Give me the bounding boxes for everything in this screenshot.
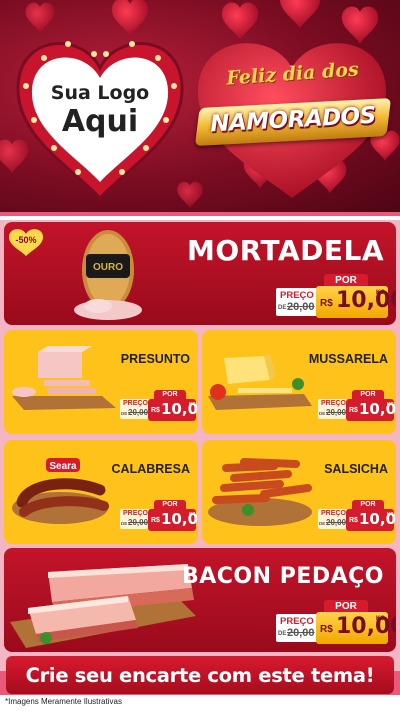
preco-label: PREÇO xyxy=(123,510,148,517)
unit: KG xyxy=(189,401,196,406)
disclaimer-bar: *Imagens Meramente Ilustrativas xyxy=(0,695,400,711)
cta-text: Crie seu encarte com este tema! xyxy=(25,664,375,687)
de-label: DE xyxy=(278,631,287,637)
product-name: BACON PEDAÇO xyxy=(181,564,384,589)
bacon-image-icon xyxy=(10,564,196,648)
unit: KG xyxy=(387,511,394,516)
old-price: 20,00 xyxy=(128,518,149,527)
discount-label: -50% xyxy=(15,235,37,245)
product-name: SALSICHA xyxy=(324,462,388,476)
unit: KG xyxy=(189,511,196,516)
header-banner: Sua Logo Aqui Feliz dia dos NAMORADOS xyxy=(0,0,400,212)
currency: R$ xyxy=(349,517,358,524)
discount-badge: -50% xyxy=(8,228,44,256)
product-card-mortadela[interactable]: OURO MORTADELA POR PREÇO DE 20,00 R$ 10,… xyxy=(4,222,396,325)
old-price: 20,00 xyxy=(326,518,347,527)
calabresa-brand: Seara xyxy=(49,461,77,472)
old-price: 20,00 xyxy=(326,408,347,417)
product-card-presunto[interactable]: PRESUNTO POR PREÇO DE 20,00 R$ 10,00 KG xyxy=(4,330,198,434)
old-price: 20,00 xyxy=(287,301,315,313)
preco-label: PREÇO xyxy=(280,290,314,301)
product-name: PRESUNTO xyxy=(120,352,190,366)
presunto-image-icon xyxy=(12,346,116,410)
product-name: CALABRESA xyxy=(111,462,190,476)
disclaimer-text: *Imagens Meramente Ilustrativas xyxy=(5,697,122,706)
preco-label: PREÇO xyxy=(123,400,148,407)
product-name: MORTADELA xyxy=(187,234,384,267)
new-price: 10,00 xyxy=(336,614,396,639)
price-tag: POR PREÇO DE 20,00 R$ 10,00 KG xyxy=(120,390,198,422)
de-label: DE xyxy=(121,521,128,526)
salsicha-image-icon xyxy=(208,458,312,526)
de-label: DE xyxy=(319,521,326,526)
currency: R$ xyxy=(320,298,333,309)
price-tag: POR PREÇO DE 20,00 R$ 10,00 KG xyxy=(120,500,198,532)
old-price: 20,00 xyxy=(128,408,149,417)
currency: R$ xyxy=(151,407,160,414)
product-card-salsicha[interactable]: SALSICHA POR PREÇO DE 20,00 R$ 10,00 KG xyxy=(202,440,396,544)
mortadela-image-icon: OURO xyxy=(74,230,142,320)
de-label: DE xyxy=(319,411,326,416)
currency: R$ xyxy=(151,517,160,524)
price-tag: POR PREÇO DE 20,00 R$ 10,00 KG xyxy=(276,274,396,320)
product-card-mussarela[interactable]: MUSSARELA POR PREÇO DE 20,00 R$ 10,00 KG xyxy=(202,330,396,434)
product-card-bacon[interactable]: BACON PEDAÇO POR PREÇO DE 20,00 R$ 10,00… xyxy=(4,548,396,652)
currency: R$ xyxy=(349,407,358,414)
mussarela-image-icon xyxy=(208,354,312,410)
unit: KG xyxy=(376,290,385,296)
price-tag: POR PREÇO DE 20,00 R$ 10,00 KG xyxy=(318,390,396,422)
price-tag: POR PREÇO DE 20,00 R$ 10,00 KG xyxy=(318,500,396,532)
price-tag: POR PREÇO DE 20,00 R$ 10,00 KG xyxy=(276,600,396,646)
unit: KG xyxy=(387,401,394,406)
mortadela-brand: OURO xyxy=(93,262,123,273)
de-label: DE xyxy=(121,411,128,416)
logo-placeholder-line1: Sua Logo xyxy=(50,82,150,104)
product-card-calabresa[interactable]: Seara CALABRESA POR PREÇO DE 20,00 R$ 10… xyxy=(4,440,198,544)
calabresa-image-icon: Seara xyxy=(12,458,109,524)
preco-label: PREÇO xyxy=(321,510,346,517)
preco-label: PREÇO xyxy=(321,400,346,407)
de-label: DE xyxy=(278,305,287,311)
preco-label: PREÇO xyxy=(280,616,314,627)
product-name: MUSSARELA xyxy=(308,352,388,366)
unit: KG xyxy=(376,616,385,622)
old-price: 20,00 xyxy=(287,627,315,639)
logo-placeholder-line2: Aqui xyxy=(61,104,139,139)
currency: R$ xyxy=(320,624,333,635)
new-price: 10,00 xyxy=(336,288,396,313)
